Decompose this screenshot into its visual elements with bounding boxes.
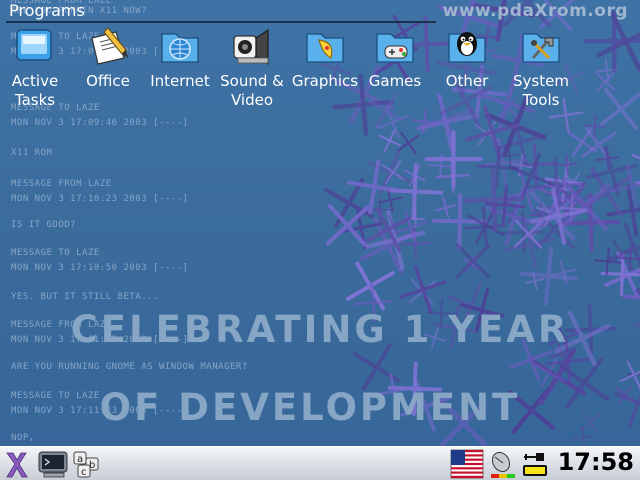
chat-log-line: Mon Nov 3 17:10:23 2003 [----]: [11, 194, 189, 204]
launcher-system-tools[interactable]: System Tools: [501, 24, 581, 110]
graphics-icon: [306, 33, 344, 63]
launcher-sound-video[interactable]: Sound & Video: [212, 24, 292, 110]
launcher-label: Graphics: [291, 72, 359, 90]
launcher-office[interactable]: Office: [68, 24, 148, 91]
launcher-label: Sound & Video: [220, 72, 284, 109]
svg-text:a: a: [77, 454, 83, 465]
chat-log-line: Mon Nov 3 17:10:50 2003 [----]: [11, 263, 189, 273]
watermark-line-2: OF DEVELOPMENT: [99, 386, 521, 429]
system-tools-icon: [522, 33, 560, 63]
keyboard-icon[interactable]: a b c: [72, 449, 102, 479]
pdaxrom-x-icon[interactable]: [4, 449, 28, 479]
mouse-icon[interactable]: [488, 449, 516, 479]
clock[interactable]: 17:58: [558, 448, 634, 476]
launcher-label: Office: [86, 72, 130, 90]
launcher-internet[interactable]: Internet: [140, 24, 220, 91]
chat-log-line: Mon Nov 3 17:09:46 2003 [----]: [11, 118, 189, 128]
launcher-games[interactable]: Games: [355, 24, 435, 91]
launcher-label: Internet: [150, 72, 210, 90]
site-url: www.pdaXrom.org: [442, 1, 628, 21]
launcher-label: Games: [368, 72, 422, 90]
svg-text:c: c: [81, 467, 87, 478]
tux-icon: [448, 32, 486, 63]
games-icon: [376, 33, 414, 63]
chat-log-line: Message to laze: [11, 248, 100, 258]
terminal-icon[interactable]: [36, 449, 70, 479]
launcher-active-tasks[interactable]: Active Tasks: [0, 24, 75, 110]
desktop: Message from laze Are you runnin X11 now?…: [0, 0, 640, 446]
watermark-line-1: CELEBRATING 1 YEAR: [70, 308, 570, 351]
chat-log-line: Message from laze: [11, 179, 112, 189]
office-icon: [91, 27, 128, 65]
launcher-label: Active Tasks: [11, 72, 59, 109]
taskbar: a b c 17:58: [0, 446, 640, 480]
active-tasks-icon: [16, 29, 52, 61]
launcher-label: System Tools: [513, 72, 569, 109]
sound-video-icon: [233, 29, 269, 65]
chat-log-line: X11 rom: [11, 148, 53, 158]
launcher-graphics[interactable]: Graphics: [285, 24, 365, 91]
chat-log-line: yes. but it still beta...: [11, 292, 159, 302]
chat-log-line: are you running gnome as window manager?: [11, 362, 248, 372]
launcher-label: Other: [445, 72, 489, 90]
programs-menu-title: Programs: [9, 1, 85, 20]
programs-title-divider: [6, 21, 436, 23]
internet-icon: [161, 33, 199, 63]
us-flag-icon[interactable]: [450, 449, 484, 479]
chat-log-line: nop,: [11, 433, 35, 443]
launcher-other[interactable]: Other: [427, 24, 507, 91]
battery-icon[interactable]: [520, 449, 550, 479]
chat-log-line: is it good?: [11, 220, 77, 230]
